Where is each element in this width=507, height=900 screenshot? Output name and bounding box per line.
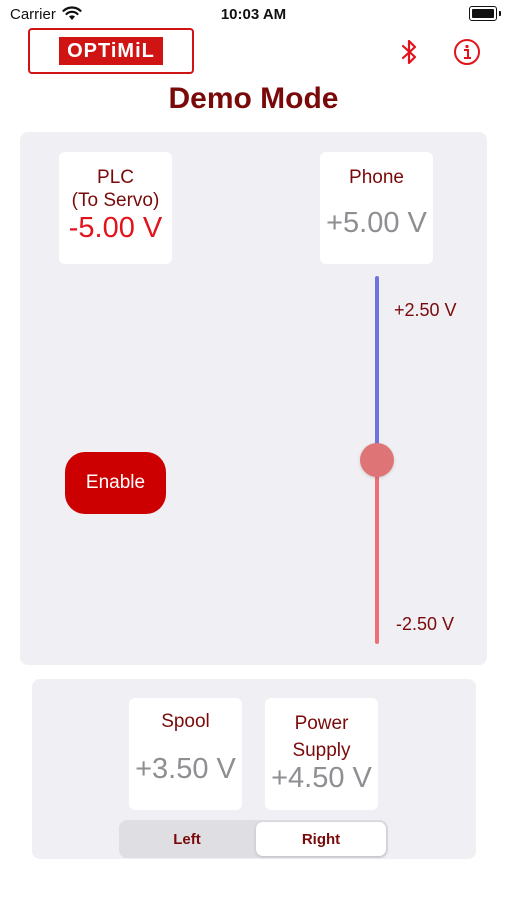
phone-value: +5.00 V bbox=[326, 207, 427, 239]
slider-min-label: -2.50 V bbox=[396, 614, 455, 634]
spool-value: +3.50 V bbox=[135, 753, 236, 785]
phone-label: Phone bbox=[349, 167, 404, 188]
spool-card: Spool +3.50 V bbox=[129, 698, 242, 810]
side-segmented-control[interactable]: Left Right bbox=[119, 820, 388, 858]
plc-sublabel: (To Servo) bbox=[71, 190, 160, 211]
phone-card: Phone +5.00 V bbox=[320, 152, 433, 264]
plc-card: PLC (To Servo) -5.00 V bbox=[59, 152, 172, 264]
page-title: Demo Mode bbox=[168, 82, 339, 115]
status-bar: Carrier 10:03 AM bbox=[0, 0, 507, 30]
info-icon[interactable] bbox=[453, 38, 481, 66]
slider-track-lower[interactable] bbox=[375, 460, 379, 644]
optimil-logo: OPTiMiL bbox=[28, 28, 194, 74]
segment-left[interactable]: Left bbox=[121, 822, 253, 856]
logo-text: OPTiMiL bbox=[59, 37, 163, 65]
power-supply-value: +4.50 V bbox=[271, 762, 372, 794]
slider-track-upper[interactable] bbox=[375, 276, 379, 460]
battery-icon bbox=[469, 6, 501, 21]
plc-label: PLC bbox=[97, 167, 134, 188]
spool-label: Spool bbox=[161, 711, 210, 732]
clock: 10:03 AM bbox=[220, 6, 287, 23]
power-supply-sublabel: Supply bbox=[292, 740, 351, 761]
slider-max-label: +2.50 V bbox=[394, 300, 457, 320]
power-supply-label: Power bbox=[294, 713, 349, 734]
segment-right[interactable]: Right bbox=[256, 822, 386, 856]
bluetooth-icon[interactable] bbox=[398, 38, 420, 66]
power-supply-card: Power Supply +4.50 V bbox=[265, 698, 378, 810]
plc-value: -5.00 V bbox=[68, 212, 163, 244]
slider-thumb[interactable] bbox=[360, 443, 394, 477]
enable-button[interactable]: Enable bbox=[65, 452, 166, 514]
